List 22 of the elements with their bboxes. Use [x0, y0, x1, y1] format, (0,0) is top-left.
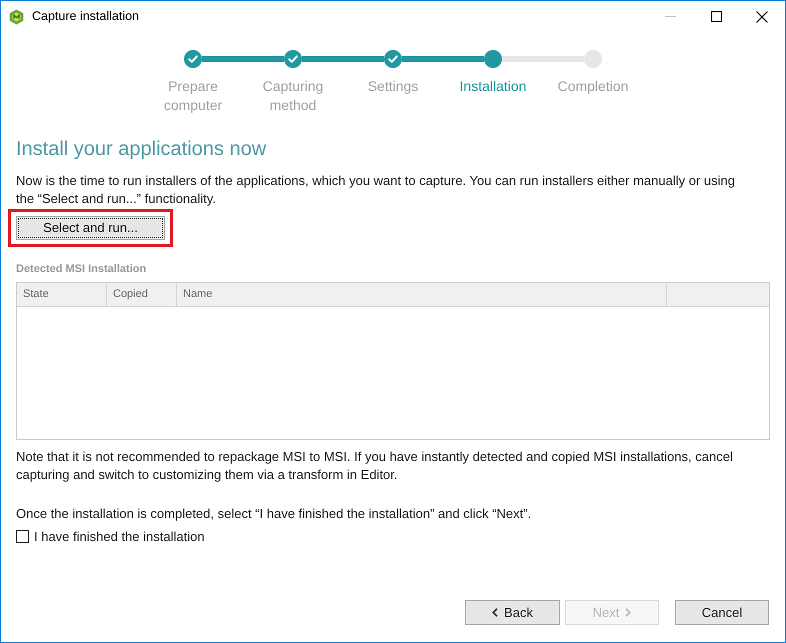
app-logo-icon	[9, 8, 24, 24]
back-button[interactable]: Back	[465, 600, 560, 625]
table-title: Detected MSI Installation	[16, 262, 146, 278]
step-label: Installation	[458, 77, 528, 96]
chevron-right-icon	[625, 608, 632, 617]
window-title: Capture installation	[32, 8, 140, 26]
select-and-run-button[interactable]: Select and run...	[16, 216, 165, 240]
column-header[interactable]: Name	[177, 282, 667, 306]
chevron-left-icon	[492, 608, 498, 617]
step-label: Completion	[556, 77, 630, 96]
step-label: Prepare computer	[162, 77, 224, 115]
column-header[interactable]: State	[17, 282, 107, 306]
cancel-button[interactable]: Cancel	[675, 600, 769, 625]
column-header[interactable]: Copied	[107, 282, 177, 306]
finished-checkbox[interactable]	[16, 530, 29, 543]
checkbox-label: I have finished the installation	[34, 528, 205, 546]
intro-text: Now is the time to run installers of the applications, which you want to capture. You can run installers either manually or using the “Select and run...” functionality.	[16, 172, 736, 208]
step-label: Capturing method	[262, 77, 324, 115]
page-heading: Install your applications now	[16, 137, 266, 162]
step-label: Settings	[366, 77, 420, 96]
note-text: Note that it is not recommended to repackage MSI to MSI. If you have instantly detected and copied MSI installations, cancel capturing and switch to customizing them via a transform in Editor.	[16, 448, 734, 484]
instruction-text: Once the installation is completed, select “I have finished the installation” and click “Next”.	[16, 504, 532, 523]
